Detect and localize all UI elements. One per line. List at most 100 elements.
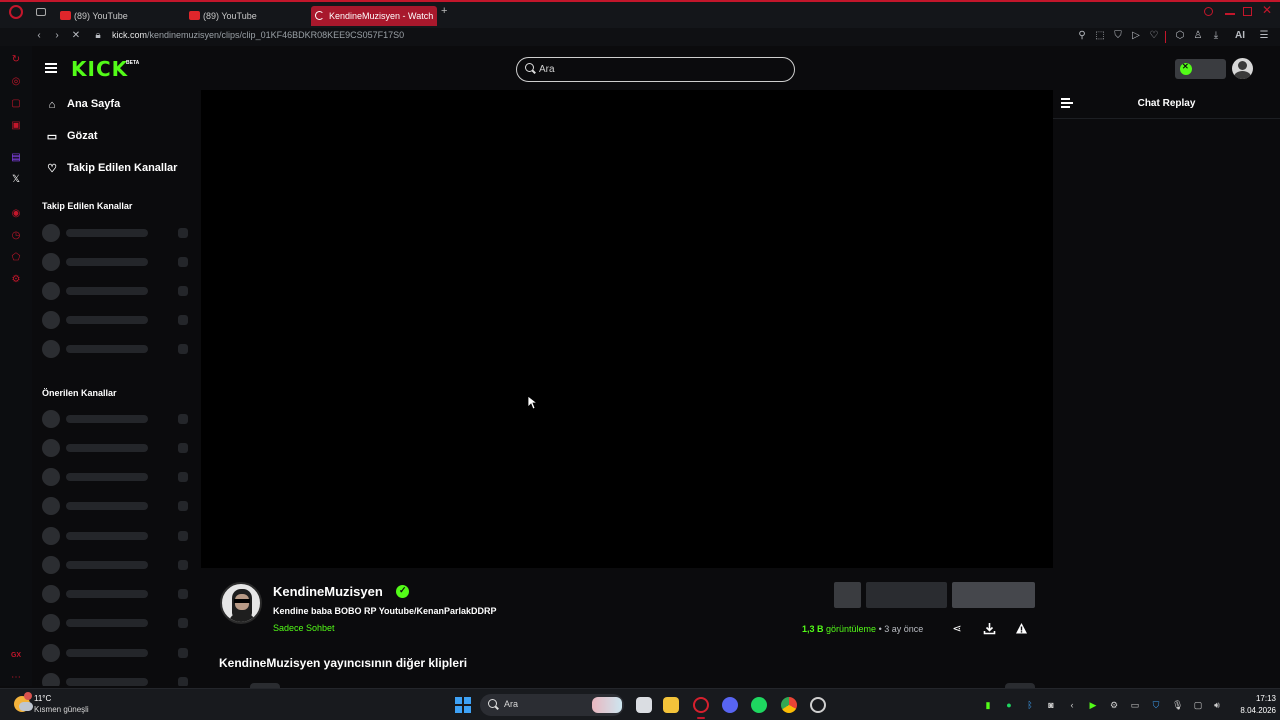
volume-icon[interactable]: 🔊︎ xyxy=(1212,700,1222,710)
history-icon[interactable]: ◷ xyxy=(10,230,22,242)
url-path: /kendinemuzisyen/clips/clip_01KF46BDKR08… xyxy=(147,30,405,40)
opera-gx-taskbar-icon[interactable] xyxy=(693,697,709,713)
gx-icon[interactable]: GX xyxy=(10,650,22,662)
tab-youtube-1[interactable]: (89) YouTube xyxy=(56,6,176,26)
toolbar-divider xyxy=(1165,31,1166,43)
pin-icon[interactable]: ⚲ xyxy=(1075,30,1089,41)
url-host: kick.com xyxy=(112,30,148,40)
stop-loading-icon[interactable]: ✕ xyxy=(69,30,83,41)
tab-overview-icon[interactable] xyxy=(36,8,46,16)
kick-logo[interactable]: KICK xyxy=(71,57,128,81)
url-field[interactable]: kick.com/kendinemuzisyen/clips/clip_01KF… xyxy=(112,30,404,40)
file-explorer-icon[interactable] xyxy=(663,697,679,713)
back-icon[interactable]: ‹ xyxy=(32,30,46,41)
followed-channels-title: Takip Edilen Kanallar xyxy=(42,201,133,211)
chat-header: Chat Replay xyxy=(1053,90,1280,119)
theme-toggle[interactable] xyxy=(1175,59,1226,79)
device-tray-icon[interactable]: ▭ xyxy=(1130,700,1140,710)
channel-skeleton xyxy=(42,468,192,486)
chat-icon[interactable]: ▢ xyxy=(10,98,22,110)
menu-icon[interactable] xyxy=(45,63,57,73)
clip-age: 3 ay önce xyxy=(884,624,924,634)
new-tab-plus-icon[interactable]: + xyxy=(441,5,447,17)
steam-icon[interactable]: ⚙ xyxy=(1109,700,1119,710)
channel-name[interactable]: KendineMuzisyen xyxy=(273,584,383,599)
app-icon[interactable] xyxy=(810,697,826,713)
maximize-icon[interactable] xyxy=(1243,7,1252,16)
taskbar-search[interactable]: Ara xyxy=(480,694,624,716)
nav-following-label: Takip Edilen Kanallar xyxy=(67,162,178,174)
channel-skeleton xyxy=(42,614,192,632)
tab-label: KendineMuzisyen - Watch xyxy=(329,11,434,21)
player-icon[interactable]: ◉ xyxy=(10,208,22,220)
search-box[interactable] xyxy=(516,57,795,82)
clock-date[interactable]: 8.04.2026 xyxy=(1222,706,1276,715)
more-clips-title: KendineMuzisyen yayıncısının diğer klipl… xyxy=(219,656,468,670)
report-icon[interactable] xyxy=(1015,622,1028,635)
search-input[interactable] xyxy=(539,62,779,77)
network-icon[interactable]: ▢ xyxy=(1193,700,1203,710)
download-clip-icon[interactable] xyxy=(983,622,996,635)
discord-tray-icon[interactable]: ◙ xyxy=(1046,700,1056,710)
heart-icon: ♡ xyxy=(47,163,57,175)
extensions-sidebar-icon[interactable]: ⬠ xyxy=(10,252,22,264)
messenger-icon[interactable]: ◎ xyxy=(10,76,22,88)
channel-skeleton xyxy=(42,556,192,574)
spotify-tray-icon[interactable]: ● xyxy=(1004,700,1014,710)
settings-icon[interactable]: ⚙ xyxy=(10,274,22,286)
minimize-icon[interactable] xyxy=(1225,13,1235,15)
game-icon[interactable]: ▣ xyxy=(10,120,22,132)
channel-skeleton xyxy=(42,527,192,545)
extensions-icon[interactable]: ⬡ xyxy=(1173,30,1187,41)
view-count: 1,3 B xyxy=(802,624,824,634)
discord-icon[interactable] xyxy=(722,697,738,713)
verified-badge-icon xyxy=(396,585,409,598)
shield-icon[interactable]: ⛉ xyxy=(1111,30,1125,41)
chat-panel: Chat Replay xyxy=(1053,90,1280,686)
more-icon[interactable]: ⋯ xyxy=(10,672,22,684)
task-view-icon[interactable] xyxy=(636,697,652,713)
video-player[interactable] xyxy=(201,90,1053,568)
tab-label: (89) YouTube xyxy=(74,11,128,21)
channel-skeleton xyxy=(42,644,192,662)
clip-title: Kendine baba BOBO RP Youtube/KenanParlak… xyxy=(273,606,497,616)
refresh-tab-icon[interactable]: ↻ xyxy=(10,54,22,66)
lock-icon: 🔒︎ xyxy=(95,30,101,41)
defender-icon[interactable]: ⛉ xyxy=(1151,700,1161,710)
search-tabs-icon[interactable] xyxy=(1204,7,1213,16)
twitch-icon[interactable]: ▤ xyxy=(10,152,22,164)
chrome-icon[interactable] xyxy=(781,697,797,713)
close-window-icon[interactable]: ✕ xyxy=(1262,3,1272,17)
download-icon[interactable]: ⤓ xyxy=(1209,30,1223,41)
x-twitter-icon[interactable]: 𝕏 xyxy=(10,174,22,186)
windows-start-icon[interactable] xyxy=(455,697,471,713)
clock-time[interactable]: 17:13 xyxy=(1246,694,1276,703)
heart-outline-icon[interactable]: ♡ xyxy=(1147,30,1161,41)
easy-setup-icon[interactable]: ☰ xyxy=(1257,30,1271,41)
nvidia-tray-icon[interactable]: ▮ xyxy=(983,700,993,710)
channel-avatar[interactable] xyxy=(220,582,262,624)
snapshot-icon[interactable]: ⬚ xyxy=(1093,30,1107,41)
weather-description[interactable]: Kısmen güneşli xyxy=(34,705,89,714)
spotify-icon[interactable] xyxy=(751,697,767,713)
tab-kick-active[interactable]: KendineMuzisyen - Watch xyxy=(311,6,437,26)
share-icon[interactable]: ⋖ xyxy=(950,622,964,636)
microphone-icon[interactable]: 🎙︎ xyxy=(1172,700,1183,710)
forward-icon[interactable]: › xyxy=(50,30,64,41)
channel-skeleton xyxy=(42,253,192,271)
channel-skeleton xyxy=(42,497,192,515)
bluetooth-icon[interactable]: ᛒ xyxy=(1025,700,1035,710)
aria-ai-button[interactable]: AI xyxy=(1229,30,1251,41)
play-icon[interactable]: ▷ xyxy=(1129,30,1143,41)
user-avatar[interactable] xyxy=(1232,58,1253,79)
profile-icon[interactable]: ♙ xyxy=(1191,30,1205,41)
tab-youtube-2[interactable]: (89) YouTube xyxy=(185,6,305,26)
opera-logo-icon[interactable] xyxy=(9,5,23,19)
weather-temperature[interactable]: 11°C xyxy=(34,694,51,703)
category-link[interactable]: Sadece Sohbet xyxy=(273,623,335,633)
app-tray-icon[interactable]: ‹ xyxy=(1067,700,1077,710)
channel-skeleton xyxy=(42,410,192,428)
windows-taskbar: 11°C Kısmen güneşli Ara ▮ ● ᛒ ◙ ‹ ▶ ⚙ ▭ … xyxy=(0,688,1280,720)
toggle-knob xyxy=(1180,62,1192,75)
play-tray-icon[interactable]: ▶ xyxy=(1088,700,1098,710)
